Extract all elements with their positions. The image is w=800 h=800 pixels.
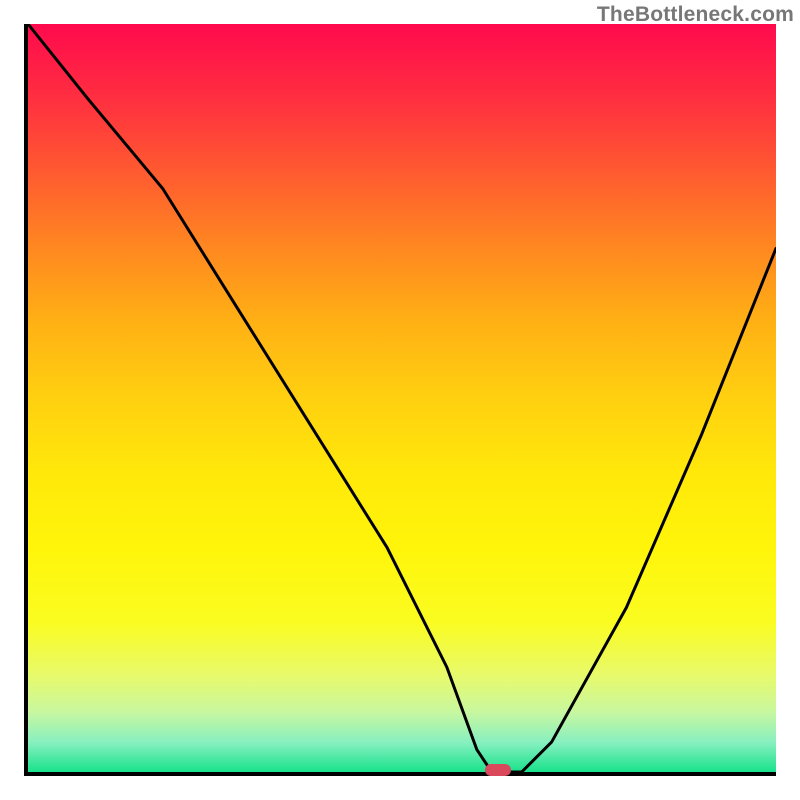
plot-area xyxy=(24,24,776,776)
optimal-marker xyxy=(485,764,511,776)
bottleneck-curve xyxy=(28,24,776,772)
chart-container: TheBottleneck.com xyxy=(0,0,800,800)
